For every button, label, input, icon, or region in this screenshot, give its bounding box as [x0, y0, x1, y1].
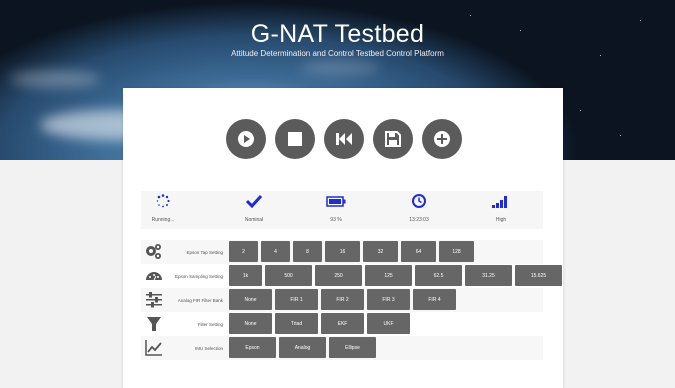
filter-setting-row: Filter Setting None Triad EKF UKF [141, 312, 543, 336]
filter-option[interactable]: UKF [367, 313, 410, 334]
sampling-option[interactable]: 31.25 [465, 265, 512, 286]
fir-filter-label: Analog FIR Filter Bank [177, 297, 223, 303]
imu-option[interactable]: Analog [279, 337, 326, 358]
battery-icon [326, 195, 346, 207]
status-battery-label: 93 % [330, 217, 342, 223]
fir-option[interactable]: None [229, 289, 272, 310]
settings-grid: Epson Tap Setting 2 4 8 16 32 64 128 Eps… [141, 240, 562, 360]
status-running: Running... [133, 191, 193, 229]
filter-option[interactable]: EKF [321, 313, 364, 334]
filter-icon [147, 317, 161, 331]
status-battery: 93 % [306, 191, 366, 229]
play-button[interactable] [226, 119, 266, 159]
tap-option[interactable]: 64 [401, 241, 436, 262]
filter-setting-label: Filter Setting [197, 321, 223, 327]
fir-option[interactable]: FIR 4 [413, 289, 456, 310]
sampling-option[interactable]: 62.5 [415, 265, 462, 286]
sampling-option[interactable]: 125 [365, 265, 412, 286]
dashboard-icon [146, 272, 162, 281]
tap-option[interactable]: 8 [293, 241, 322, 262]
tap-option[interactable]: 2 [229, 241, 258, 262]
stop-icon [288, 132, 302, 146]
rewind-button[interactable] [324, 119, 364, 159]
sampling-option[interactable]: 15.625 [515, 265, 562, 286]
tap-option[interactable]: 4 [261, 241, 290, 262]
play-icon [238, 131, 254, 147]
status-time: 13:23:03 [389, 191, 449, 229]
add-icon [434, 131, 450, 147]
sliders-icon [146, 292, 162, 308]
gears-icon [146, 244, 161, 259]
line-chart-icon [145, 340, 162, 356]
tap-option[interactable]: 16 [325, 241, 360, 262]
stop-button[interactable] [275, 119, 315, 159]
clock-icon [412, 194, 426, 208]
status-bar: Running... Nominal 93 % 13:23:03 High [141, 191, 543, 229]
sampling-option[interactable]: 500 [265, 265, 312, 286]
sampling-option[interactable]: 1k [229, 265, 262, 286]
fir-option[interactable]: FIR 3 [367, 289, 410, 310]
imu-option[interactable]: Ellipse [329, 337, 376, 358]
tap-setting-row: Epson Tap Setting 2 4 8 16 32 64 128 [141, 240, 543, 264]
page-subtitle: Attitude Determination and Control Testb… [231, 49, 444, 58]
status-time-label: 13:23:03 [409, 217, 429, 223]
tap-option[interactable]: 128 [439, 241, 474, 262]
save-icon [385, 131, 401, 147]
filter-option[interactable]: Triad [275, 313, 318, 334]
check-icon [246, 194, 262, 208]
imu-option[interactable]: Epson [229, 337, 276, 358]
fir-option[interactable]: FIR 1 [275, 289, 318, 310]
imu-selection-row: IMU Selection Epson Analog Ellipse [141, 336, 543, 360]
fir-option[interactable]: FIR 2 [321, 289, 364, 310]
spinner-icon [156, 194, 170, 208]
sampling-option[interactable]: 250 [315, 265, 362, 286]
control-toolbar [226, 119, 462, 159]
status-state: Nominal [224, 191, 284, 229]
control-panel: Running... Nominal 93 % 13:23:03 High Ep… [123, 88, 563, 388]
sampling-setting-row: Epson Sampling Setting 1k 500 250 125 62… [141, 264, 562, 288]
status-running-label: Running... [151, 217, 175, 223]
rewind-icon [336, 133, 352, 145]
fir-filter-row: Analog FIR Filter Bank None FIR 1 FIR 2 … [141, 288, 543, 312]
status-signal-label: High [495, 217, 507, 223]
filter-option[interactable]: None [229, 313, 272, 334]
status-signal: High [471, 191, 531, 229]
signal-icon [492, 196, 507, 208]
tap-option[interactable]: 32 [363, 241, 398, 262]
add-button[interactable] [422, 119, 462, 159]
status-state-label: Nominal [244, 217, 264, 223]
page-title: G-NAT Testbed [250, 20, 425, 48]
imu-selection-label: IMU Selection [194, 345, 223, 351]
tap-setting-label: Epson Tap Setting [186, 249, 223, 255]
sampling-setting-label: Epson Sampling Setting [174, 273, 223, 279]
save-button[interactable] [373, 119, 413, 159]
